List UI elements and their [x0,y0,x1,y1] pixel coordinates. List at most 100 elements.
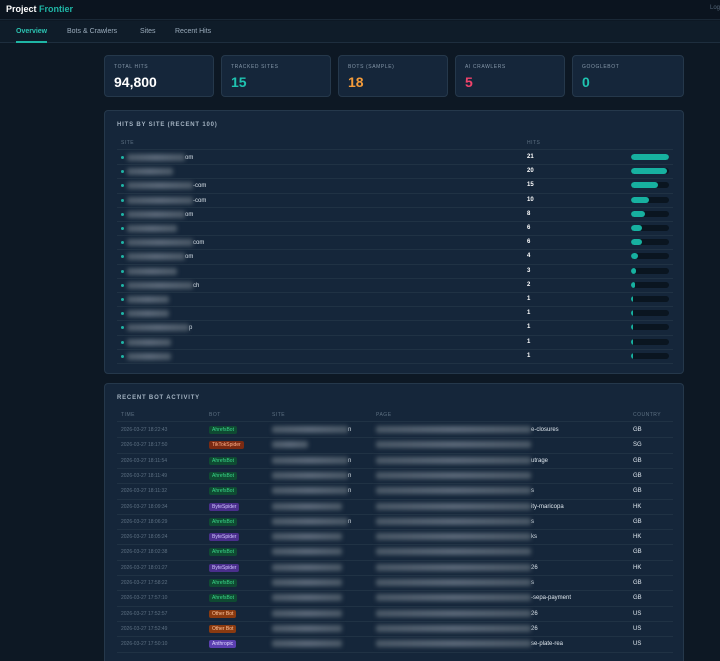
table-row[interactable]: 1 [105,293,685,307]
table-row[interactable]: 2026-03-27 18:02:38 AhrefsBot GB [105,545,685,560]
redacted-text [127,182,193,190]
tab-recent-hits[interactable]: Recent Hits [175,28,211,43]
table-row[interactable]: 6 [105,222,685,236]
page-cell[interactable]: -sepa-payment [376,594,571,601]
table-row[interactable]: 2026-03-27 18:06:29 AhrefsBot n s GB [105,515,685,530]
table-row[interactable]: 2026-03-27 17:57:10 AhrefsBot -sepa-paymen… [105,591,685,606]
status-dot [121,212,124,216]
table-row[interactable]: 2026-03-27 18:09:34 ByteSpider ity-maricop… [105,500,685,515]
stat-card-googlebot: GOOGLEBOT 0 [572,55,684,97]
table-row[interactable]: 2026-03-27 17:50:10 Anthropic se-plate-rea… [105,637,685,652]
page-cell[interactable]: se-plate-rea [376,640,563,647]
redacted-text [272,609,342,617]
bot-badge: TikTokSpider [209,441,244,450]
page-cell[interactable] [376,471,531,479]
table-row[interactable]: 2026-03-27 18:11:49 AhrefsBot n GB [105,469,685,484]
redacted-text [272,548,342,556]
table-row[interactable]: om 21 [105,151,685,165]
site-name [127,168,173,176]
country-code: US [633,641,642,648]
redacted-text [127,253,185,261]
site-name [127,225,177,232]
page-suffix: 26 [531,625,538,632]
brand-main: Project [6,4,37,14]
table-row[interactable]: 2026-03-27 18:22:43 AhrefsBot n e-closures G… [105,423,685,438]
redacted-text [127,338,171,346]
table-row[interactable]: 2026-03-27 17:58:22 AhrefsBot s GB [105,576,685,591]
table-row[interactable]: 2026-03-27 18:05:24 ByteSpider ks HK [105,530,685,545]
table-row[interactable]: 2026-03-27 17:52:57 Other Bot 26 US [105,607,685,622]
page-cell[interactable]: e-closures [376,426,559,433]
tab-overview[interactable]: Overview [16,28,48,43]
hit-count: 8 [527,210,531,217]
country-code: GB [633,580,642,586]
table-row[interactable]: 2026-03-27 18:17:50 TikTokSpider SG [105,438,685,453]
redacted-text [272,563,342,571]
top-bar: Project Frontier Log [0,0,720,20]
redacted-text [376,640,531,648]
tab-bots-crawlers[interactable]: Bots & Crawlers [67,28,117,43]
redacted-text [127,210,185,218]
activity-time: 2026-03-27 18:01:27 [121,564,168,571]
site-cell [272,579,342,586]
hit-count: 10 [527,196,534,203]
country-code: GB [633,457,642,464]
hits-bar-track [631,281,669,288]
redacted-text [127,225,177,232]
table-row[interactable]: -com 10 [105,194,685,208]
activity-time: 2026-03-27 18:22:43 [121,427,168,433]
hits-bar-track [631,338,669,345]
top-right-link[interactable]: Log [710,5,720,11]
table-row[interactable]: 1 [105,350,685,364]
table-row[interactable]: 1 [105,336,685,350]
page-cell[interactable]: 26 [376,609,538,617]
page-cell[interactable] [376,441,531,449]
site-suffix: -com [193,197,207,204]
table-row[interactable]: 2026-03-27 18:11:32 AhrefsBot n s GB [105,484,685,499]
page-cell[interactable]: 26 [376,624,538,632]
page-cell[interactable]: s [376,487,534,494]
page-cell[interactable] [376,548,531,556]
table-row[interactable]: 2026-03-27 18:11:54 AhrefsBot n utrage GB [105,454,685,469]
hit-count: 2 [527,281,531,288]
table-row[interactable]: 2026-03-27 18:01:27 ByteSpider 26 HK [105,561,685,576]
site-suffix: n [348,518,352,525]
site-name [127,296,169,303]
hits-bar-track [631,210,669,217]
redacted-text [272,517,348,525]
redacted-text [127,352,171,360]
table-row[interactable]: p1 [105,321,685,335]
hit-count: 15 [527,182,534,189]
table-row[interactable]: ch 2 [105,279,685,293]
redacted-text [376,441,531,449]
table-row[interactable]: 20 [105,165,685,179]
bot-badge: ByteSpider [209,502,240,511]
table-row[interactable]: 3 [105,265,685,279]
table-row[interactable]: om 8 [105,208,685,222]
table-row[interactable]: -com 15 [105,179,685,193]
bot-badge: AhrefsBot [209,548,237,557]
page-cell[interactable]: s [376,579,534,586]
redacted-text [272,502,342,510]
redacted-text [272,533,342,541]
activity-time: 2026-03-27 18:11:32 [121,488,168,495]
tab-sites[interactable]: Sites [140,28,156,43]
hit-count: 1 [527,296,531,302]
page-cell[interactable]: ks [376,533,537,540]
table-row[interactable]: 2026-03-27 17:52:49 Other Bot 26 US [105,622,685,637]
bot-badge: ByteSpider [209,563,240,572]
column-header-country: COUNTRY [633,412,662,418]
page-suffix: 26 [531,610,538,617]
table-row[interactable]: om 4 [105,250,685,264]
page-cell[interactable]: utrage [376,456,548,464]
page-cell[interactable]: 26 [376,563,538,571]
table-row[interactable]: com 6 [105,236,685,250]
stat-label: TOTAL HITS [114,64,149,70]
redacted-text [376,533,531,541]
site-suffix: p [189,325,193,332]
page-cell[interactable]: ity-maricopa [376,502,564,510]
brand-logo[interactable]: Project Frontier [6,4,73,14]
table-row[interactable]: 1 [105,307,685,321]
redacted-text [272,640,342,648]
page-cell[interactable]: s [376,517,534,525]
